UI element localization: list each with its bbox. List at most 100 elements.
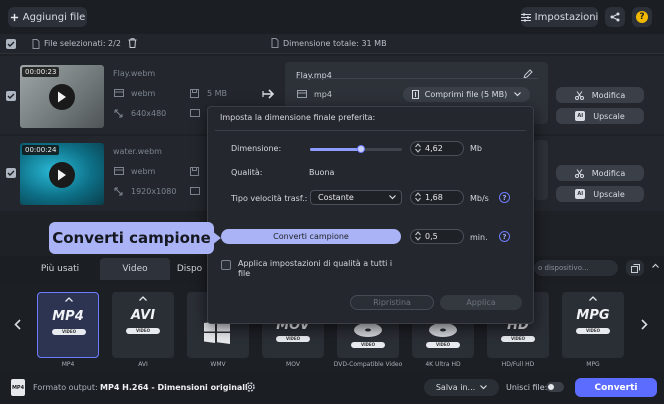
convert-arrow-icon (262, 89, 276, 99)
gear-icon[interactable] (244, 381, 256, 393)
format-settings-button[interactable] (626, 260, 644, 276)
format-name: HD/Full HD (501, 361, 535, 368)
divider (296, 78, 538, 79)
file-format: webm (131, 167, 156, 176)
compress-file-label: Comprimi file (5 MB) (424, 90, 508, 99)
slider-handle[interactable] (356, 145, 365, 153)
merge-files-label: Unisci file: (506, 383, 548, 392)
file-resolution: 1920x1080 (131, 187, 177, 196)
file-resolution: 640x480 (131, 109, 167, 118)
slider-fill (310, 148, 361, 151)
help-icon[interactable]: ? (499, 231, 510, 242)
save-to-label: Salva in... (435, 383, 476, 392)
merge-files-toggle[interactable] (546, 382, 564, 392)
search-placeholder: o dispositivo... (538, 264, 589, 272)
bitrate-mode-select[interactable]: Costante (310, 190, 402, 205)
file-checkbox[interactable] (6, 91, 16, 101)
upscale-label: Upscale (593, 189, 625, 199)
format-badge: MP4 (52, 309, 84, 324)
save-to-button[interactable]: Salva in... (424, 379, 499, 396)
save-disk-icon (190, 89, 199, 98)
resolution-icon (114, 187, 123, 196)
size-slider[interactable] (310, 145, 402, 153)
output-format-value[interactable]: MP4 H.264 - Dimensioni originali (100, 383, 248, 392)
divider (215, 130, 526, 131)
tab-devices[interactable]: Dispo (172, 258, 207, 280)
sample-length-input[interactable]: 0,5 (410, 229, 464, 244)
convert-button[interactable]: Converti (575, 378, 657, 397)
callout-pointer (212, 231, 221, 245)
apply-all-label: Applica impostazioni di qualità a tutti … (238, 259, 393, 278)
film-icon (114, 167, 124, 175)
play-icon[interactable] (49, 162, 75, 188)
compress-file-button[interactable]: Comprimi file (5 MB) (403, 87, 530, 102)
ai-icon: AI (575, 189, 586, 199)
video-thumbnail[interactable]: 00:00:23 (20, 65, 104, 128)
apply-all-checkbox[interactable] (221, 260, 231, 270)
format-name: DVD-Compatible Video (333, 361, 403, 368)
select-all-checkbox[interactable] (6, 39, 16, 49)
format-tile-mpg[interactable]: MPG VIDEO (562, 292, 624, 358)
video-strip: VIDEO (501, 336, 535, 342)
document-icon (271, 38, 279, 48)
bitrate-input[interactable]: 1,68 (410, 190, 464, 205)
upscale-label: Upscale (593, 111, 625, 121)
stepper-icon[interactable] (415, 143, 421, 153)
mp4-file-icon: MP4 (11, 379, 25, 396)
upscale-button[interactable]: AI Upscale (556, 186, 644, 202)
size-value: 4,62 (425, 144, 443, 153)
bitrate-mode-value: Costante (318, 193, 354, 202)
output-format-label: Formato output: (33, 383, 98, 392)
edit-label: Modifica (591, 168, 626, 178)
edit-button[interactable]: Modifica (556, 87, 644, 103)
video-strip: VIDEO (351, 342, 385, 348)
share-icon (610, 12, 620, 22)
tab-most-used[interactable]: Più usati (22, 258, 98, 280)
format-tile-mp4[interactable]: MP4 VIDEO (37, 292, 99, 358)
popup-title: Imposta la dimensione finale preferita: (220, 113, 376, 122)
play-icon[interactable] (49, 84, 75, 110)
format-tile-avi[interactable]: AVI VIDEO (112, 292, 174, 358)
file-icon (32, 39, 40, 49)
trash-icon[interactable] (128, 38, 137, 48)
chevron-up-icon[interactable] (652, 263, 659, 268)
add-files-button[interactable]: Aggiungi file (8, 7, 87, 27)
format-search-input[interactable]: o dispositivo... (534, 260, 618, 276)
add-files-label: Aggiungi file (22, 11, 86, 23)
bitrate-type-label: Tipo velocità trasf.: (231, 194, 308, 203)
settings-button[interactable]: Impostazioni (520, 7, 599, 27)
apply-button[interactable]: Applica (440, 295, 522, 310)
settings-label: Impostazioni (534, 11, 599, 23)
video-strip: VIDEO (52, 329, 86, 335)
tab-video[interactable]: Video (100, 258, 170, 280)
video-thumbnail[interactable]: 00:00:24 (20, 143, 104, 205)
size-input[interactable]: 4,62 (410, 141, 464, 156)
size-unit: Mb (470, 144, 482, 153)
stepper-icon[interactable] (415, 231, 421, 241)
video-strip: VIDEO (276, 336, 310, 342)
file-size: 5 MB (207, 89, 228, 98)
film-icon (114, 89, 124, 97)
copy-icon (630, 263, 640, 273)
edit-button[interactable]: Modifica (556, 165, 644, 181)
chevron-right-icon[interactable] (641, 319, 648, 330)
file-checkbox[interactable] (6, 168, 16, 178)
upscale-button[interactable]: AI Upscale (556, 108, 644, 124)
share-button[interactable] (605, 7, 625, 27)
convert-sample-button[interactable]: Converti campione (221, 229, 401, 244)
sliders-icon (520, 12, 531, 22)
quality-value: Buona (309, 168, 335, 177)
subtitle-icon (190, 187, 200, 195)
help-button[interactable]: ? (632, 7, 652, 27)
stepper-icon[interactable] (415, 192, 421, 202)
bitrate-unit: Mb/s (470, 194, 489, 203)
reset-button[interactable]: Ripristina (350, 295, 434, 310)
video-strip: VIDEO (426, 342, 460, 348)
duration-badge: 00:00:23 (22, 67, 60, 77)
help-icon[interactable]: ? (499, 192, 510, 203)
disc-icon (428, 322, 458, 338)
video-strip: VIDEO (576, 328, 610, 334)
files-selected-text: File selezionati: 2/2 (44, 39, 121, 48)
chevron-left-icon[interactable] (14, 319, 21, 330)
scissors-icon (574, 168, 584, 178)
